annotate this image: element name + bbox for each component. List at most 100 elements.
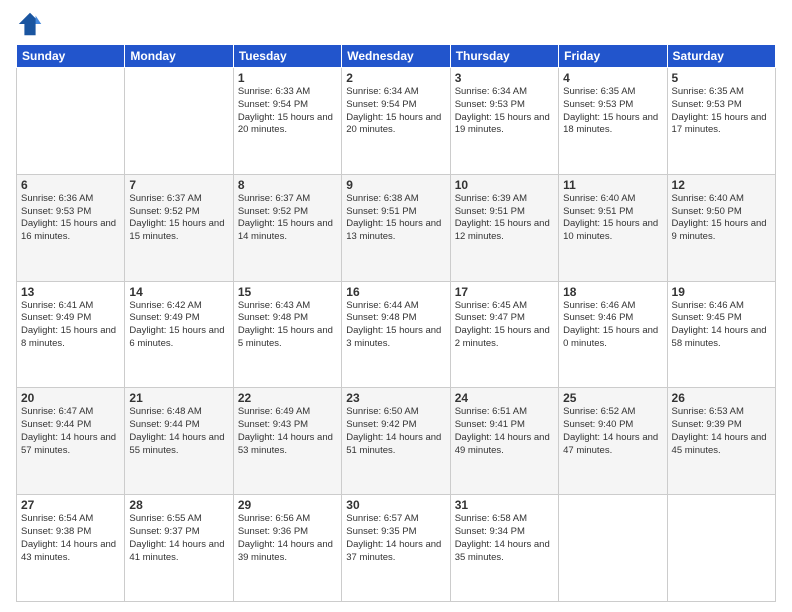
day-cell: 6Sunrise: 6:36 AMSunset: 9:53 PMDaylight…: [17, 174, 125, 281]
day-info: Sunrise: 6:38 AMSunset: 9:51 PMDaylight:…: [346, 193, 445, 244]
day-info: Sunrise: 6:39 AMSunset: 9:51 PMDaylight:…: [455, 193, 554, 244]
day-number: 27: [21, 498, 120, 512]
day-number: 9: [346, 178, 445, 192]
day-info: Sunrise: 6:43 AMSunset: 9:48 PMDaylight:…: [238, 300, 337, 351]
day-cell: 5Sunrise: 6:35 AMSunset: 9:53 PMDaylight…: [667, 68, 775, 175]
day-number: 7: [129, 178, 228, 192]
day-info: Sunrise: 6:56 AMSunset: 9:36 PMDaylight:…: [238, 513, 337, 564]
day-info: Sunrise: 6:37 AMSunset: 9:52 PMDaylight:…: [238, 193, 337, 244]
day-info: Sunrise: 6:51 AMSunset: 9:41 PMDaylight:…: [455, 406, 554, 457]
day-info: Sunrise: 6:36 AMSunset: 9:53 PMDaylight:…: [21, 193, 120, 244]
day-info: Sunrise: 6:52 AMSunset: 9:40 PMDaylight:…: [563, 406, 662, 457]
week-row-1: 6Sunrise: 6:36 AMSunset: 9:53 PMDaylight…: [17, 174, 776, 281]
day-cell: [667, 495, 775, 602]
day-cell: 28Sunrise: 6:55 AMSunset: 9:37 PMDayligh…: [125, 495, 233, 602]
day-cell: 31Sunrise: 6:58 AMSunset: 9:34 PMDayligh…: [450, 495, 558, 602]
header-tuesday: Tuesday: [233, 45, 341, 68]
day-info: Sunrise: 6:41 AMSunset: 9:49 PMDaylight:…: [21, 300, 120, 351]
day-cell: 9Sunrise: 6:38 AMSunset: 9:51 PMDaylight…: [342, 174, 450, 281]
day-number: 12: [672, 178, 771, 192]
day-cell: 27Sunrise: 6:54 AMSunset: 9:38 PMDayligh…: [17, 495, 125, 602]
day-cell: 10Sunrise: 6:39 AMSunset: 9:51 PMDayligh…: [450, 174, 558, 281]
day-cell: [559, 495, 667, 602]
day-info: Sunrise: 6:47 AMSunset: 9:44 PMDaylight:…: [21, 406, 120, 457]
day-info: Sunrise: 6:34 AMSunset: 9:53 PMDaylight:…: [455, 86, 554, 137]
day-cell: 4Sunrise: 6:35 AMSunset: 9:53 PMDaylight…: [559, 68, 667, 175]
day-info: Sunrise: 6:49 AMSunset: 9:43 PMDaylight:…: [238, 406, 337, 457]
day-info: Sunrise: 6:37 AMSunset: 9:52 PMDaylight:…: [129, 193, 228, 244]
header-monday: Monday: [125, 45, 233, 68]
day-cell: 20Sunrise: 6:47 AMSunset: 9:44 PMDayligh…: [17, 388, 125, 495]
calendar-header: SundayMondayTuesdayWednesdayThursdayFrid…: [17, 45, 776, 68]
day-cell: 14Sunrise: 6:42 AMSunset: 9:49 PMDayligh…: [125, 281, 233, 388]
day-cell: 13Sunrise: 6:41 AMSunset: 9:49 PMDayligh…: [17, 281, 125, 388]
day-cell: 24Sunrise: 6:51 AMSunset: 9:41 PMDayligh…: [450, 388, 558, 495]
day-info: Sunrise: 6:35 AMSunset: 9:53 PMDaylight:…: [563, 86, 662, 137]
logo-icon: [16, 10, 44, 38]
day-number: 24: [455, 391, 554, 405]
day-cell: 12Sunrise: 6:40 AMSunset: 9:50 PMDayligh…: [667, 174, 775, 281]
day-cell: [17, 68, 125, 175]
day-number: 11: [563, 178, 662, 192]
day-number: 30: [346, 498, 445, 512]
day-cell: 3Sunrise: 6:34 AMSunset: 9:53 PMDaylight…: [450, 68, 558, 175]
day-number: 22: [238, 391, 337, 405]
day-number: 18: [563, 285, 662, 299]
day-info: Sunrise: 6:53 AMSunset: 9:39 PMDaylight:…: [672, 406, 771, 457]
header-saturday: Saturday: [667, 45, 775, 68]
day-number: 3: [455, 71, 554, 85]
day-number: 16: [346, 285, 445, 299]
header: [16, 10, 776, 38]
day-cell: 25Sunrise: 6:52 AMSunset: 9:40 PMDayligh…: [559, 388, 667, 495]
day-cell: 30Sunrise: 6:57 AMSunset: 9:35 PMDayligh…: [342, 495, 450, 602]
header-sunday: Sunday: [17, 45, 125, 68]
day-info: Sunrise: 6:48 AMSunset: 9:44 PMDaylight:…: [129, 406, 228, 457]
day-cell: 29Sunrise: 6:56 AMSunset: 9:36 PMDayligh…: [233, 495, 341, 602]
day-info: Sunrise: 6:46 AMSunset: 9:46 PMDaylight:…: [563, 300, 662, 351]
day-info: Sunrise: 6:50 AMSunset: 9:42 PMDaylight:…: [346, 406, 445, 457]
week-row-3: 20Sunrise: 6:47 AMSunset: 9:44 PMDayligh…: [17, 388, 776, 495]
header-thursday: Thursday: [450, 45, 558, 68]
day-cell: 15Sunrise: 6:43 AMSunset: 9:48 PMDayligh…: [233, 281, 341, 388]
day-number: 4: [563, 71, 662, 85]
day-info: Sunrise: 6:40 AMSunset: 9:51 PMDaylight:…: [563, 193, 662, 244]
logo: [16, 10, 46, 38]
day-cell: 17Sunrise: 6:45 AMSunset: 9:47 PMDayligh…: [450, 281, 558, 388]
header-wednesday: Wednesday: [342, 45, 450, 68]
day-number: 1: [238, 71, 337, 85]
day-number: 26: [672, 391, 771, 405]
day-info: Sunrise: 6:55 AMSunset: 9:37 PMDaylight:…: [129, 513, 228, 564]
day-info: Sunrise: 6:54 AMSunset: 9:38 PMDaylight:…: [21, 513, 120, 564]
week-row-0: 1Sunrise: 6:33 AMSunset: 9:54 PMDaylight…: [17, 68, 776, 175]
day-cell: 23Sunrise: 6:50 AMSunset: 9:42 PMDayligh…: [342, 388, 450, 495]
header-friday: Friday: [559, 45, 667, 68]
day-number: 29: [238, 498, 337, 512]
day-info: Sunrise: 6:58 AMSunset: 9:34 PMDaylight:…: [455, 513, 554, 564]
day-cell: 11Sunrise: 6:40 AMSunset: 9:51 PMDayligh…: [559, 174, 667, 281]
day-number: 17: [455, 285, 554, 299]
day-info: Sunrise: 6:45 AMSunset: 9:47 PMDaylight:…: [455, 300, 554, 351]
calendar-table: SundayMondayTuesdayWednesdayThursdayFrid…: [16, 44, 776, 602]
week-row-2: 13Sunrise: 6:41 AMSunset: 9:49 PMDayligh…: [17, 281, 776, 388]
day-number: 19: [672, 285, 771, 299]
header-row: SundayMondayTuesdayWednesdayThursdayFrid…: [17, 45, 776, 68]
day-number: 15: [238, 285, 337, 299]
day-cell: 7Sunrise: 6:37 AMSunset: 9:52 PMDaylight…: [125, 174, 233, 281]
day-number: 31: [455, 498, 554, 512]
day-info: Sunrise: 6:46 AMSunset: 9:45 PMDaylight:…: [672, 300, 771, 351]
day-number: 14: [129, 285, 228, 299]
day-number: 8: [238, 178, 337, 192]
calendar-body: 1Sunrise: 6:33 AMSunset: 9:54 PMDaylight…: [17, 68, 776, 602]
day-cell: 26Sunrise: 6:53 AMSunset: 9:39 PMDayligh…: [667, 388, 775, 495]
day-cell: 22Sunrise: 6:49 AMSunset: 9:43 PMDayligh…: [233, 388, 341, 495]
day-info: Sunrise: 6:57 AMSunset: 9:35 PMDaylight:…: [346, 513, 445, 564]
day-info: Sunrise: 6:34 AMSunset: 9:54 PMDaylight:…: [346, 86, 445, 137]
day-cell: [125, 68, 233, 175]
day-info: Sunrise: 6:33 AMSunset: 9:54 PMDaylight:…: [238, 86, 337, 137]
day-number: 2: [346, 71, 445, 85]
day-cell: 1Sunrise: 6:33 AMSunset: 9:54 PMDaylight…: [233, 68, 341, 175]
day-info: Sunrise: 6:42 AMSunset: 9:49 PMDaylight:…: [129, 300, 228, 351]
day-cell: 2Sunrise: 6:34 AMSunset: 9:54 PMDaylight…: [342, 68, 450, 175]
day-number: 6: [21, 178, 120, 192]
day-number: 5: [672, 71, 771, 85]
